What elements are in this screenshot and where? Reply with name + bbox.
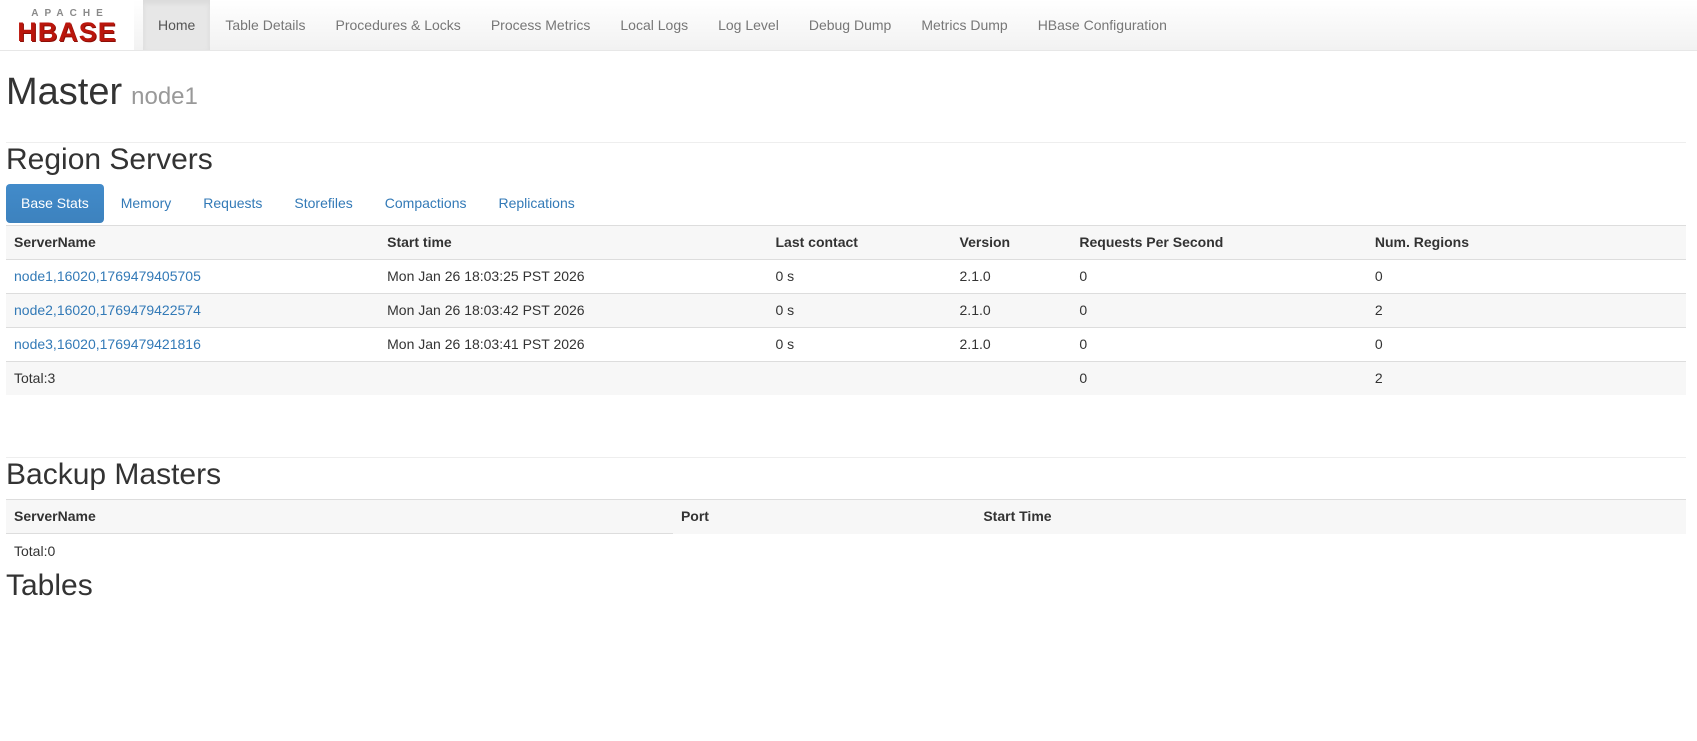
total-num-regions: 2: [1366, 361, 1686, 395]
version-cell: 2.1.0: [951, 327, 1072, 362]
nav-item-table-details[interactable]: Table Details: [210, 0, 320, 50]
total-rps: 0: [1071, 361, 1367, 395]
rps-cell: 0: [1071, 327, 1367, 362]
rps-cell: 0: [1071, 259, 1367, 294]
page-content: Master node1 Region Servers Base Stats Me…: [0, 71, 1697, 602]
table-row: node3,16020,1769479421816 Mon Jan 26 18:…: [6, 327, 1686, 362]
num-regions-cell: 0: [1366, 259, 1686, 294]
page-header: Master node1: [6, 71, 1686, 143]
region-servers-tabs: Base Stats Memory Requests Storefiles Co…: [6, 184, 1686, 223]
version-cell: 2.1.0: [951, 293, 1072, 328]
col-servername: ServerName: [6, 225, 380, 260]
tab-storefiles[interactable]: Storefiles: [279, 184, 367, 223]
page-title-text: Master: [6, 71, 123, 113]
hbase-logo[interactable]: APACHE HBASE: [0, 0, 134, 50]
version-cell: 2.1.0: [951, 259, 1072, 294]
nav-item-hbase-configuration[interactable]: HBase Configuration: [1023, 0, 1182, 50]
col-start-time: Start time: [379, 225, 768, 260]
tab-replications[interactable]: Replications: [483, 184, 589, 223]
nav-menu: Home Table Details Procedures & Locks Pr…: [134, 0, 1182, 50]
last-contact-cell: 0 s: [767, 293, 952, 328]
regionserver-link[interactable]: node2,16020,1769479422574: [14, 302, 201, 318]
col-port: Port: [672, 499, 976, 534]
nav-item-local-logs[interactable]: Local Logs: [605, 0, 703, 50]
empty-cell: [379, 361, 768, 395]
col-num-regions: Num. Regions: [1366, 225, 1686, 260]
nav-item-process-metrics[interactable]: Process Metrics: [476, 0, 606, 50]
hbase-logo-hbase-text: HBASE: [17, 16, 117, 47]
total-label: Total:0: [6, 533, 673, 569]
region-servers-heading: Region Servers: [6, 143, 213, 176]
table-row: node1,16020,1769479405705 Mon Jan 26 18:…: [6, 259, 1686, 294]
backup-masters-table-header: ServerName Port Start Time: [6, 499, 1686, 534]
last-contact-cell: 0 s: [767, 327, 952, 362]
num-regions-cell: 0: [1366, 327, 1686, 362]
col-requests-per-second: Requests Per Second: [1071, 225, 1367, 260]
page-title: Master node1: [6, 71, 1686, 118]
tab-requests[interactable]: Requests: [188, 184, 277, 223]
empty-cell: [767, 361, 952, 395]
empty-cell: [951, 361, 1072, 395]
region-servers-table-header: ServerName Start time Last contact Versi…: [6, 225, 1686, 260]
tab-base-stats[interactable]: Base Stats: [6, 184, 104, 223]
nav-item-log-level[interactable]: Log Level: [703, 0, 794, 50]
nav-item-home[interactable]: Home: [143, 0, 211, 50]
region-servers-table: ServerName Start time Last contact Versi…: [6, 225, 1686, 395]
top-navbar: APACHE HBASE Home Table Details Procedur…: [0, 0, 1697, 51]
backup-masters-heading: Backup Masters: [6, 458, 222, 491]
col-start-time: Start Time: [975, 499, 1686, 534]
num-regions-cell: 2: [1366, 293, 1686, 328]
col-servername: ServerName: [6, 499, 673, 534]
rps-cell: 0: [1071, 293, 1367, 328]
nav-item-debug-dump[interactable]: Debug Dump: [794, 0, 907, 50]
table-total-row: Total:3 0 2: [6, 361, 1686, 395]
col-last-contact: Last contact: [767, 225, 952, 260]
backup-masters-table: ServerName Port Start Time Total:0: [6, 499, 1686, 569]
table-total-row: Total:0: [6, 533, 1686, 569]
col-version: Version: [951, 225, 1072, 260]
nav-item-metrics-dump[interactable]: Metrics Dump: [906, 0, 1022, 50]
total-label: Total:3: [6, 361, 380, 395]
page-subtitle: node1: [131, 83, 198, 110]
start-time-cell: Mon Jan 26 18:03:41 PST 2026: [379, 327, 768, 362]
regionserver-link[interactable]: node3,16020,1769479421816: [14, 336, 201, 352]
start-time-cell: Mon Jan 26 18:03:25 PST 2026: [379, 259, 768, 294]
tables-heading: Tables: [6, 569, 93, 602]
start-time-cell: Mon Jan 26 18:03:42 PST 2026: [379, 293, 768, 328]
tab-compactions[interactable]: Compactions: [370, 184, 482, 223]
nav-item-procedures-locks[interactable]: Procedures & Locks: [321, 0, 476, 50]
last-contact-cell: 0 s: [767, 259, 952, 294]
table-row: node2,16020,1769479422574 Mon Jan 26 18:…: [6, 293, 1686, 328]
tab-memory[interactable]: Memory: [106, 184, 187, 223]
regionserver-link[interactable]: node1,16020,1769479405705: [14, 268, 201, 284]
